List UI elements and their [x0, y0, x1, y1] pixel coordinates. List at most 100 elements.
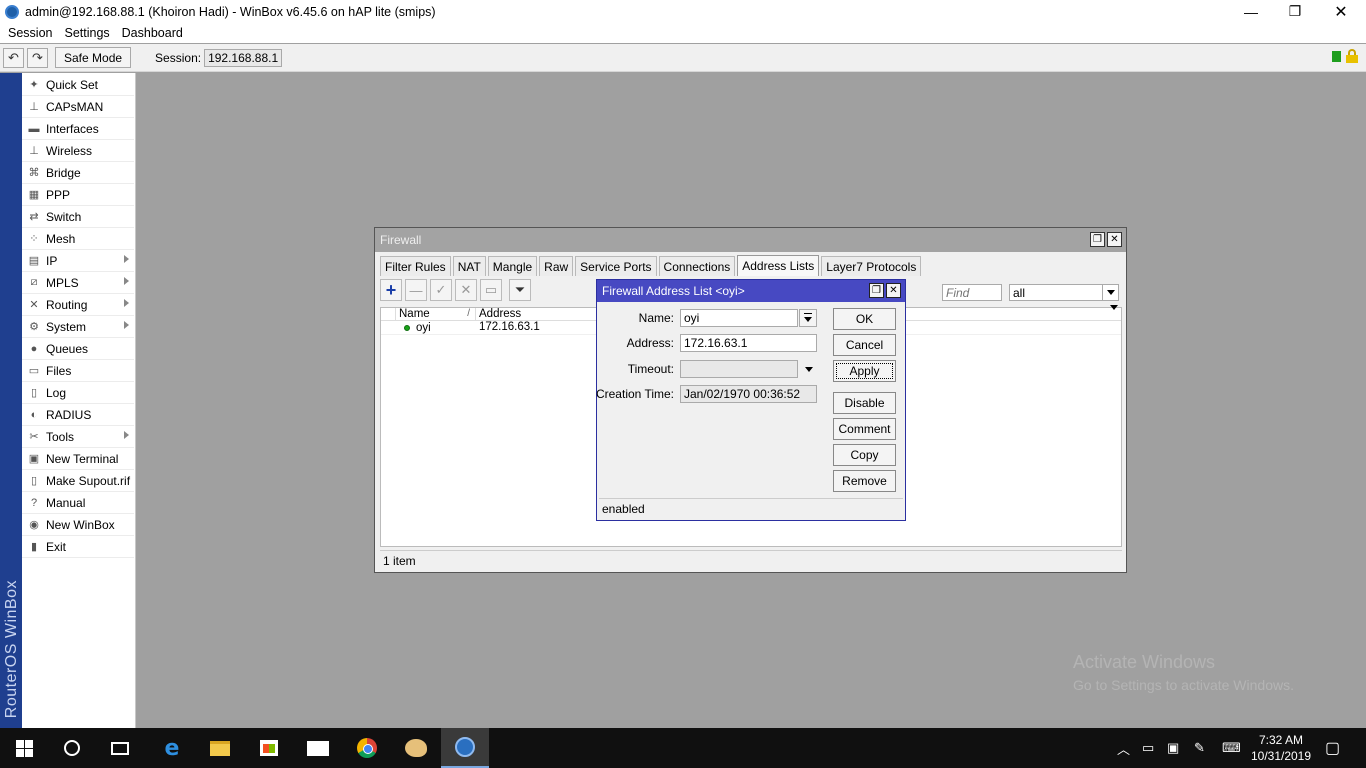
undo-button[interactable]: ↶ [3, 47, 24, 68]
lock-icon [1346, 49, 1358, 63]
maximize-button[interactable]: ❐ [1272, 0, 1318, 23]
store-button[interactable] [245, 728, 293, 768]
sidebar-item-interfaces[interactable]: ▬ Interfaces [22, 118, 134, 140]
menu-dashboard[interactable]: Dashboard [118, 26, 187, 40]
firewall-title-bar[interactable]: Firewall ❐ ✕ [375, 228, 1126, 252]
minimize-button[interactable]: — [1228, 0, 1274, 23]
network-icon[interactable]: ▣ [1167, 728, 1179, 768]
disable-button[interactable]: ✕ [455, 279, 477, 301]
sidebar-item-quick-set[interactable]: ✦ Quick Set [22, 74, 134, 96]
dialog-close-button[interactable]: ✕ [886, 283, 901, 298]
sidebar-item-ppp[interactable]: ▦ PPP [22, 184, 134, 206]
tray-overflow-icon[interactable]: ︿ [1117, 728, 1130, 768]
winbox-icon: ◉ [29, 519, 39, 531]
search-button[interactable] [48, 728, 96, 768]
task-view-button[interactable] [96, 728, 144, 768]
chevron-down-icon[interactable] [1102, 285, 1118, 300]
sidebar-item-label: Bridge [46, 165, 81, 180]
paint-button[interactable] [392, 728, 440, 768]
tab-filter-rules[interactable]: Filter Rules [380, 256, 451, 276]
palette-icon [405, 739, 427, 757]
close-button[interactable]: ✕ [1318, 0, 1364, 23]
file-explorer-button[interactable] [196, 728, 244, 768]
timeout-field[interactable] [680, 360, 798, 378]
firewall-restore-button[interactable]: ❐ [1090, 232, 1105, 247]
cancel-button[interactable]: Cancel [833, 334, 896, 356]
enable-button[interactable]: ✓ [430, 279, 452, 301]
dialog-title-bar[interactable]: Firewall Address List <oyi> ❐ ✕ [597, 280, 905, 302]
sidebar-item-capsman[interactable]: ⊥ CAPsMAN [22, 96, 134, 118]
filter-button[interactable]: ⏷ [509, 279, 531, 301]
mail-button[interactable] [294, 728, 342, 768]
sidebar-item-files[interactable]: ▭ Files [22, 360, 134, 382]
chrome-button[interactable] [343, 728, 391, 768]
sidebar-item-routing[interactable]: ✕ Routing [22, 294, 134, 316]
find-input[interactable] [942, 284, 1002, 301]
sidebar-item-queues[interactable]: ● Queues [22, 338, 134, 360]
ok-button[interactable]: OK [833, 308, 896, 330]
sidebar-item-ip[interactable]: ▤ IP [22, 250, 134, 272]
sidebar-item-label: Switch [46, 209, 82, 224]
sidebar-item-radius[interactable]: ◐ RADIUS [22, 404, 134, 426]
tab-mangle[interactable]: Mangle [487, 256, 538, 276]
timeout-dropdown-icon[interactable] [802, 360, 816, 378]
address-field[interactable]: 172.16.63.1 [680, 334, 817, 352]
sidebar-item-label: RADIUS [46, 407, 92, 422]
sidebar-item-new-winbox[interactable]: ◉ New WinBox [22, 514, 134, 536]
comment-button[interactable]: Comment [833, 418, 896, 440]
disable-button[interactable]: Disable [833, 392, 896, 414]
tab-connections[interactable]: Connections [658, 256, 736, 276]
sidebar-item-mpls[interactable]: ⧄ MPLS [22, 272, 134, 294]
tab-address-lists[interactable]: Address Lists [737, 255, 820, 276]
name-dropdown-button[interactable] [799, 309, 817, 327]
undo-icon: ↶ [8, 49, 19, 65]
plus-icon: + [385, 279, 397, 300]
add-button[interactable]: + [380, 279, 402, 301]
tab-raw[interactable]: Raw [539, 256, 574, 276]
apply-button[interactable]: Apply [833, 360, 896, 382]
column-name[interactable]: Name / [396, 308, 476, 320]
sidebar-item-bridge[interactable]: ⌘ Bridge [22, 162, 134, 184]
edge-button[interactable]: e [148, 728, 196, 768]
copy-button[interactable]: Copy [833, 444, 896, 466]
remove-button[interactable]: Remove [833, 470, 896, 492]
comment-button[interactable]: ▭ [480, 279, 502, 301]
sidebar-item-new-terminal[interactable]: ▣ New Terminal [22, 448, 134, 470]
list-filter-select[interactable]: all [1009, 284, 1119, 301]
menu-session[interactable]: Session [4, 26, 56, 40]
sidebar-item-wireless[interactable]: ⊥ Wireless [22, 140, 134, 162]
redo-button[interactable]: ↷ [27, 47, 48, 68]
sidebar-item-label: Log [46, 385, 67, 400]
sidebar-item-switch[interactable]: ⇄ Switch [22, 206, 134, 228]
mesh-icon: ⁘ [29, 233, 39, 245]
sidebar-item-exit[interactable]: ▮ Exit [22, 536, 134, 558]
remove-button[interactable]: — [405, 279, 427, 301]
columns-dropdown-icon[interactable] [1110, 305, 1118, 322]
start-button[interactable] [0, 728, 48, 768]
sidebar-item-log[interactable]: ▯ Log [22, 382, 134, 404]
sidebar-item-manual[interactable]: ? Manual [22, 492, 134, 514]
sidebar-item-label: CAPsMAN [46, 99, 104, 114]
clock[interactable]: 7:32 AM 10/31/2019 [1248, 732, 1314, 764]
sidebar-item-tools[interactable]: ✂ Tools [22, 426, 134, 448]
sidebar-item-system[interactable]: ⚙ System [22, 316, 134, 338]
menu-settings[interactable]: Settings [60, 26, 113, 40]
winbox-taskbar-button[interactable] [441, 728, 489, 768]
safe-mode-button[interactable]: Safe Mode [55, 47, 132, 68]
dialog-restore-button[interactable]: ❐ [869, 283, 884, 298]
notification-icon[interactable]: ▢ [1325, 728, 1340, 768]
name-field[interactable]: oyi [680, 309, 798, 327]
firewall-close-button[interactable]: ✕ [1107, 232, 1122, 247]
activate-windows-title: Activate Windows [1073, 652, 1216, 672]
battery-icon[interactable]: ▭ [1142, 728, 1154, 768]
tab-layer7-protocols[interactable]: Layer7 Protocols [821, 256, 922, 276]
pen-icon[interactable]: ✎ [1194, 728, 1205, 768]
main-toolbar: ↶ ↷ Safe Mode Session: 192.168.88.1 [0, 44, 1366, 72]
keyboard-icon[interactable]: ⌨ [1222, 728, 1241, 768]
row-name: oyi [416, 321, 431, 334]
sidebar-item-make-supout-rif[interactable]: ▯ Make Supout.rif [22, 470, 134, 492]
tab-nat[interactable]: NAT [452, 256, 486, 276]
sidebar-item-mesh[interactable]: ⁘ Mesh [22, 228, 134, 250]
tab-service-ports[interactable]: Service Ports [575, 256, 657, 276]
comment-icon: ▭ [484, 282, 498, 297]
